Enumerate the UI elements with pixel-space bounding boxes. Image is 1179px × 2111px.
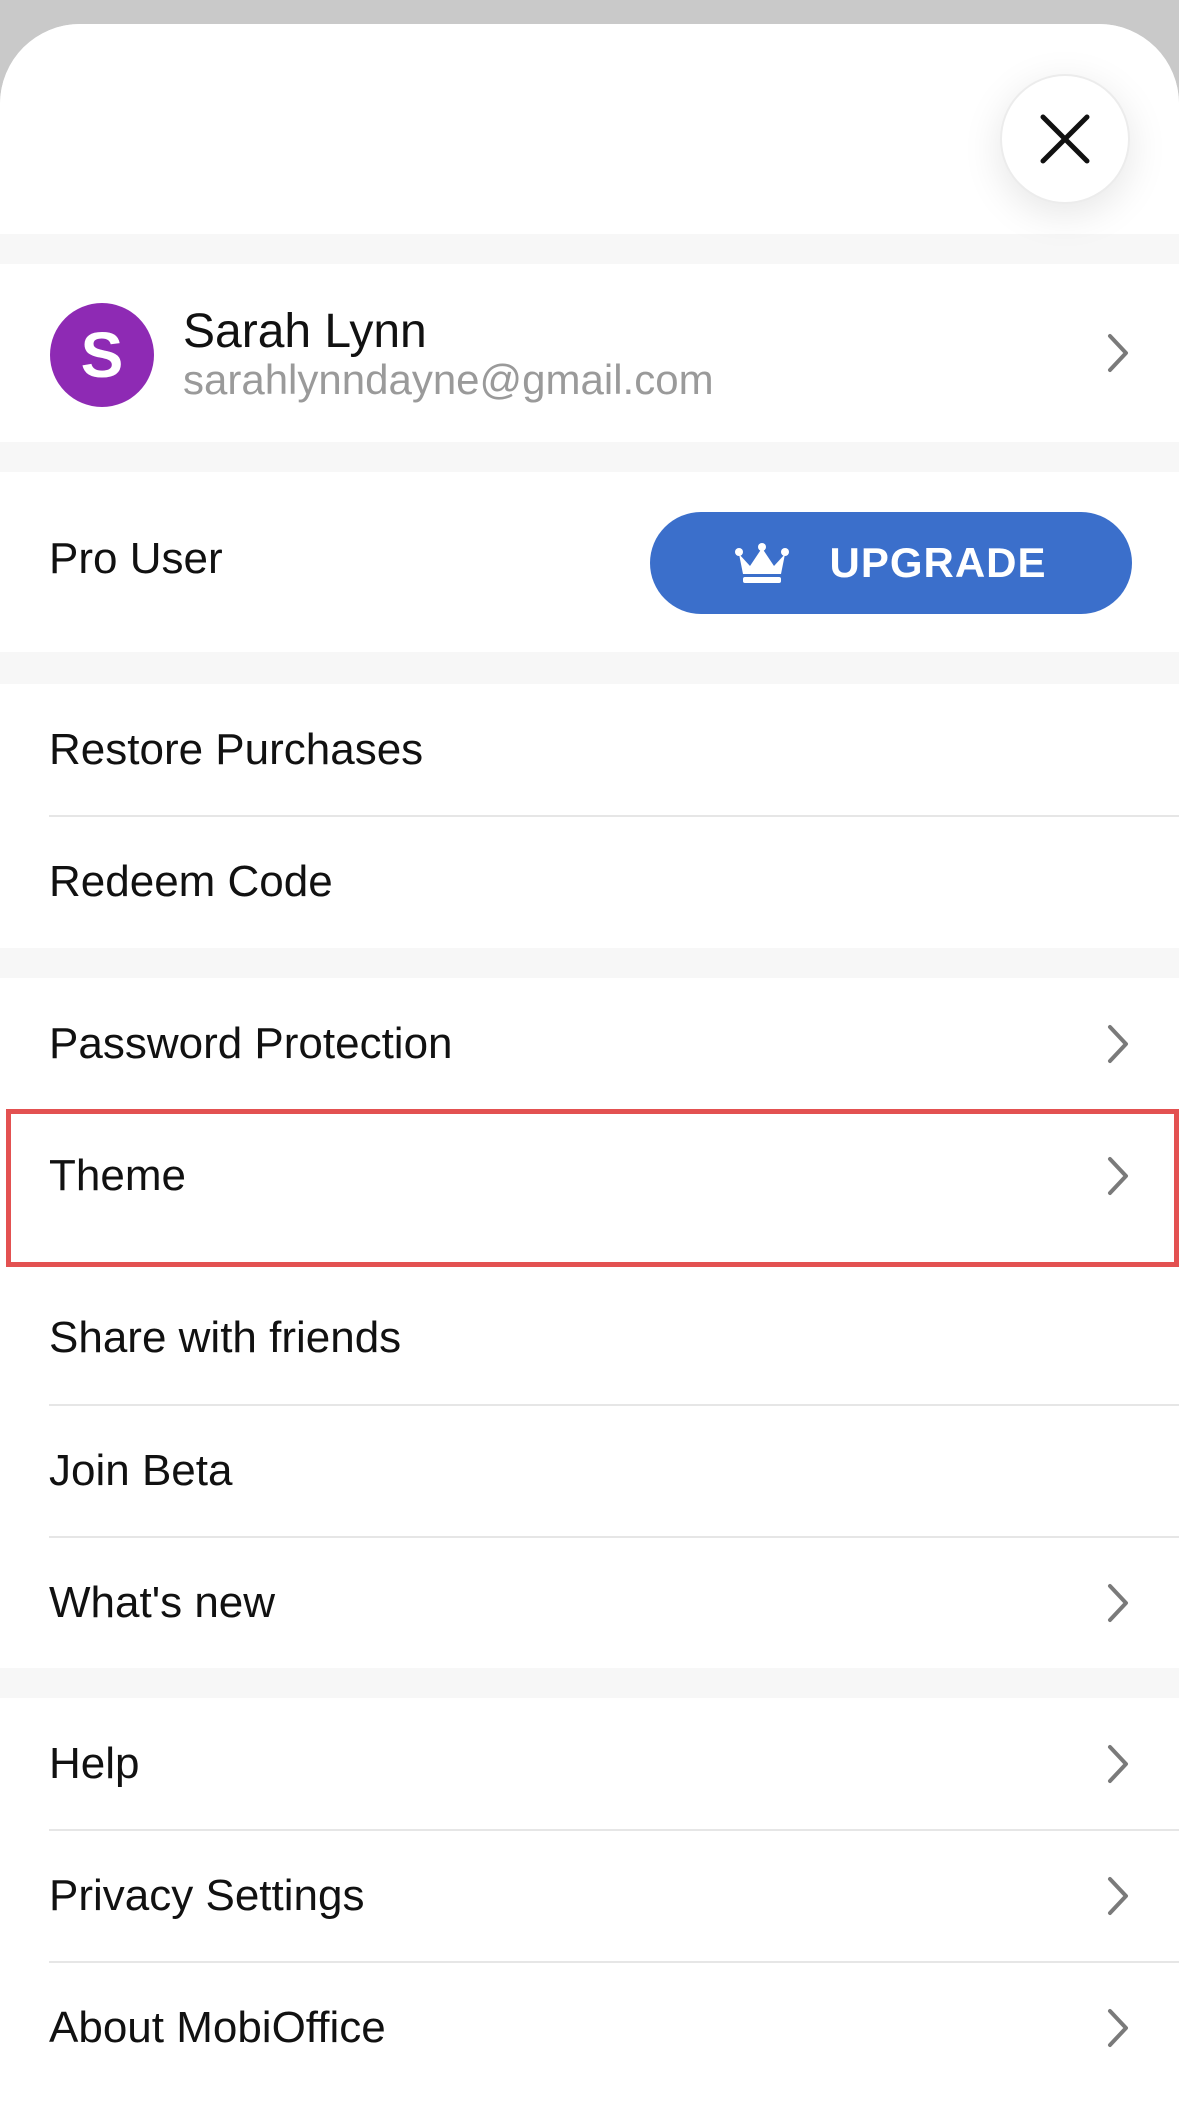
pro-user-label: Pro User <box>49 534 223 583</box>
redeem-code-label: Redeem Code <box>49 857 333 906</box>
share-with-friends-row[interactable]: Share with friends <box>0 1272 1179 1404</box>
theme-highlight-box <box>6 1109 1179 1267</box>
chevron-right-icon <box>1107 333 1129 373</box>
upgrade-button[interactable]: UPGRADE <box>650 512 1132 614</box>
help-row[interactable]: Help <box>0 1698 1179 1830</box>
whats-new-row[interactable]: What's new <box>0 1537 1179 1669</box>
purchases-section: Restore Purchases Redeem Code <box>0 684 1179 948</box>
user-name: Sarah Lynn <box>183 305 427 358</box>
redeem-code-row[interactable]: Redeem Code <box>0 816 1179 948</box>
password-protection-row[interactable]: Password Protection <box>0 978 1179 1110</box>
privacy-settings-row[interactable]: Privacy Settings <box>0 1830 1179 1962</box>
chevron-right-icon <box>1107 1583 1129 1623</box>
crown-icon <box>735 543 790 583</box>
chevron-right-icon <box>1107 1024 1129 1064</box>
restore-purchases-label: Restore Purchases <box>49 725 424 774</box>
user-email: sarahlynndayne@gmail.com <box>183 356 714 403</box>
about-label: About MobiOffice <box>49 2003 386 2052</box>
avatar: S <box>50 303 154 407</box>
join-beta-label: Join Beta <box>49 1446 233 1495</box>
privacy-settings-label: Privacy Settings <box>49 1871 365 1920</box>
subscription-section: Pro User UPGRADE <box>0 472 1179 652</box>
close-icon <box>1040 114 1090 164</box>
about-row[interactable]: About MobiOffice <box>0 1962 1179 2094</box>
share-with-friends-label: Share with friends <box>49 1313 402 1362</box>
support-section: Help Privacy Settings About MobiOffice <box>0 1698 1179 2111</box>
sheet-header <box>0 24 1179 234</box>
chevron-right-icon <box>1107 1744 1129 1784</box>
close-button[interactable] <box>1000 74 1130 204</box>
chevron-right-icon <box>1107 2008 1129 2048</box>
help-label: Help <box>49 1739 140 1788</box>
account-section[interactable]: S Sarah Lynn sarahlynndayne@gmail.com <box>0 264 1179 442</box>
chevron-right-icon <box>1107 1876 1129 1916</box>
whats-new-label: What's new <box>49 1578 276 1627</box>
password-protection-label: Password Protection <box>49 1019 453 1068</box>
upgrade-label: UPGRADE <box>829 539 1047 586</box>
menu-sheet: S Sarah Lynn sarahlynndayne@gmail.com Pr… <box>0 24 1179 2111</box>
settings-section: Password Protection Theme Share with fri… <box>0 978 1179 1668</box>
join-beta-row[interactable]: Join Beta <box>0 1405 1179 1537</box>
restore-purchases-row[interactable]: Restore Purchases <box>0 684 1179 816</box>
